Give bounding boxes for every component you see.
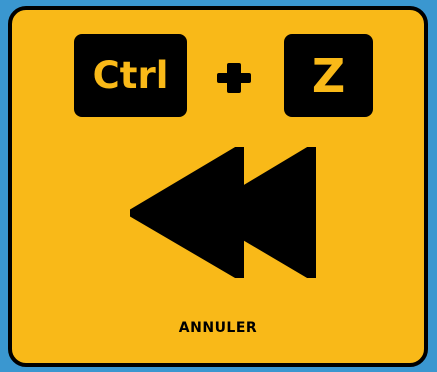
undo-caption: ANNULER: [178, 320, 258, 336]
plus-icon: [217, 63, 251, 93]
ctrl-key: Ctrl: [74, 34, 187, 117]
rewind-icon: [130, 147, 316, 278]
shortcut-card: Ctrl Z ANNULER: [8, 6, 428, 367]
z-key: Z: [284, 34, 373, 117]
